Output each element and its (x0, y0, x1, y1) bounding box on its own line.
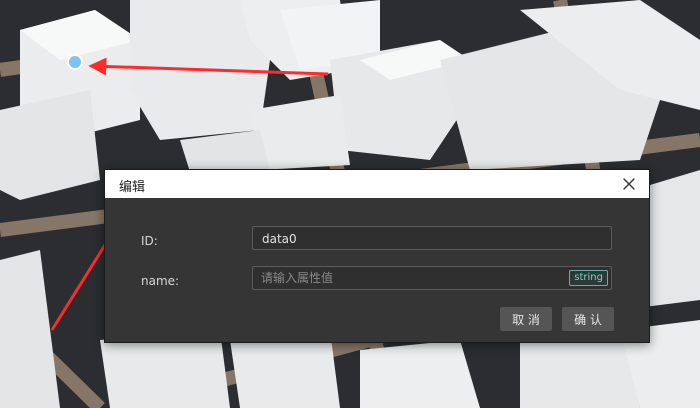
location-marker-icon[interactable] (67, 54, 83, 70)
dialog-header: 编辑 (105, 170, 649, 198)
name-field: string (252, 266, 612, 290)
cancel-button[interactable]: 取 消 (500, 307, 552, 331)
confirm-button[interactable]: 确 认 (562, 307, 614, 331)
id-label: ID: (141, 234, 158, 248)
edit-dialog: 编辑 ID: data0 name: string 取 消 确 认 (104, 169, 650, 343)
close-icon (623, 178, 635, 190)
id-field[interactable]: data0 (252, 226, 612, 250)
name-input[interactable] (261, 270, 561, 286)
dialog-title: 编辑 (119, 180, 146, 195)
id-value: data0 (262, 232, 297, 246)
type-badge[interactable]: string (569, 270, 608, 286)
name-label: name: (141, 274, 180, 288)
close-button[interactable] (619, 174, 639, 194)
